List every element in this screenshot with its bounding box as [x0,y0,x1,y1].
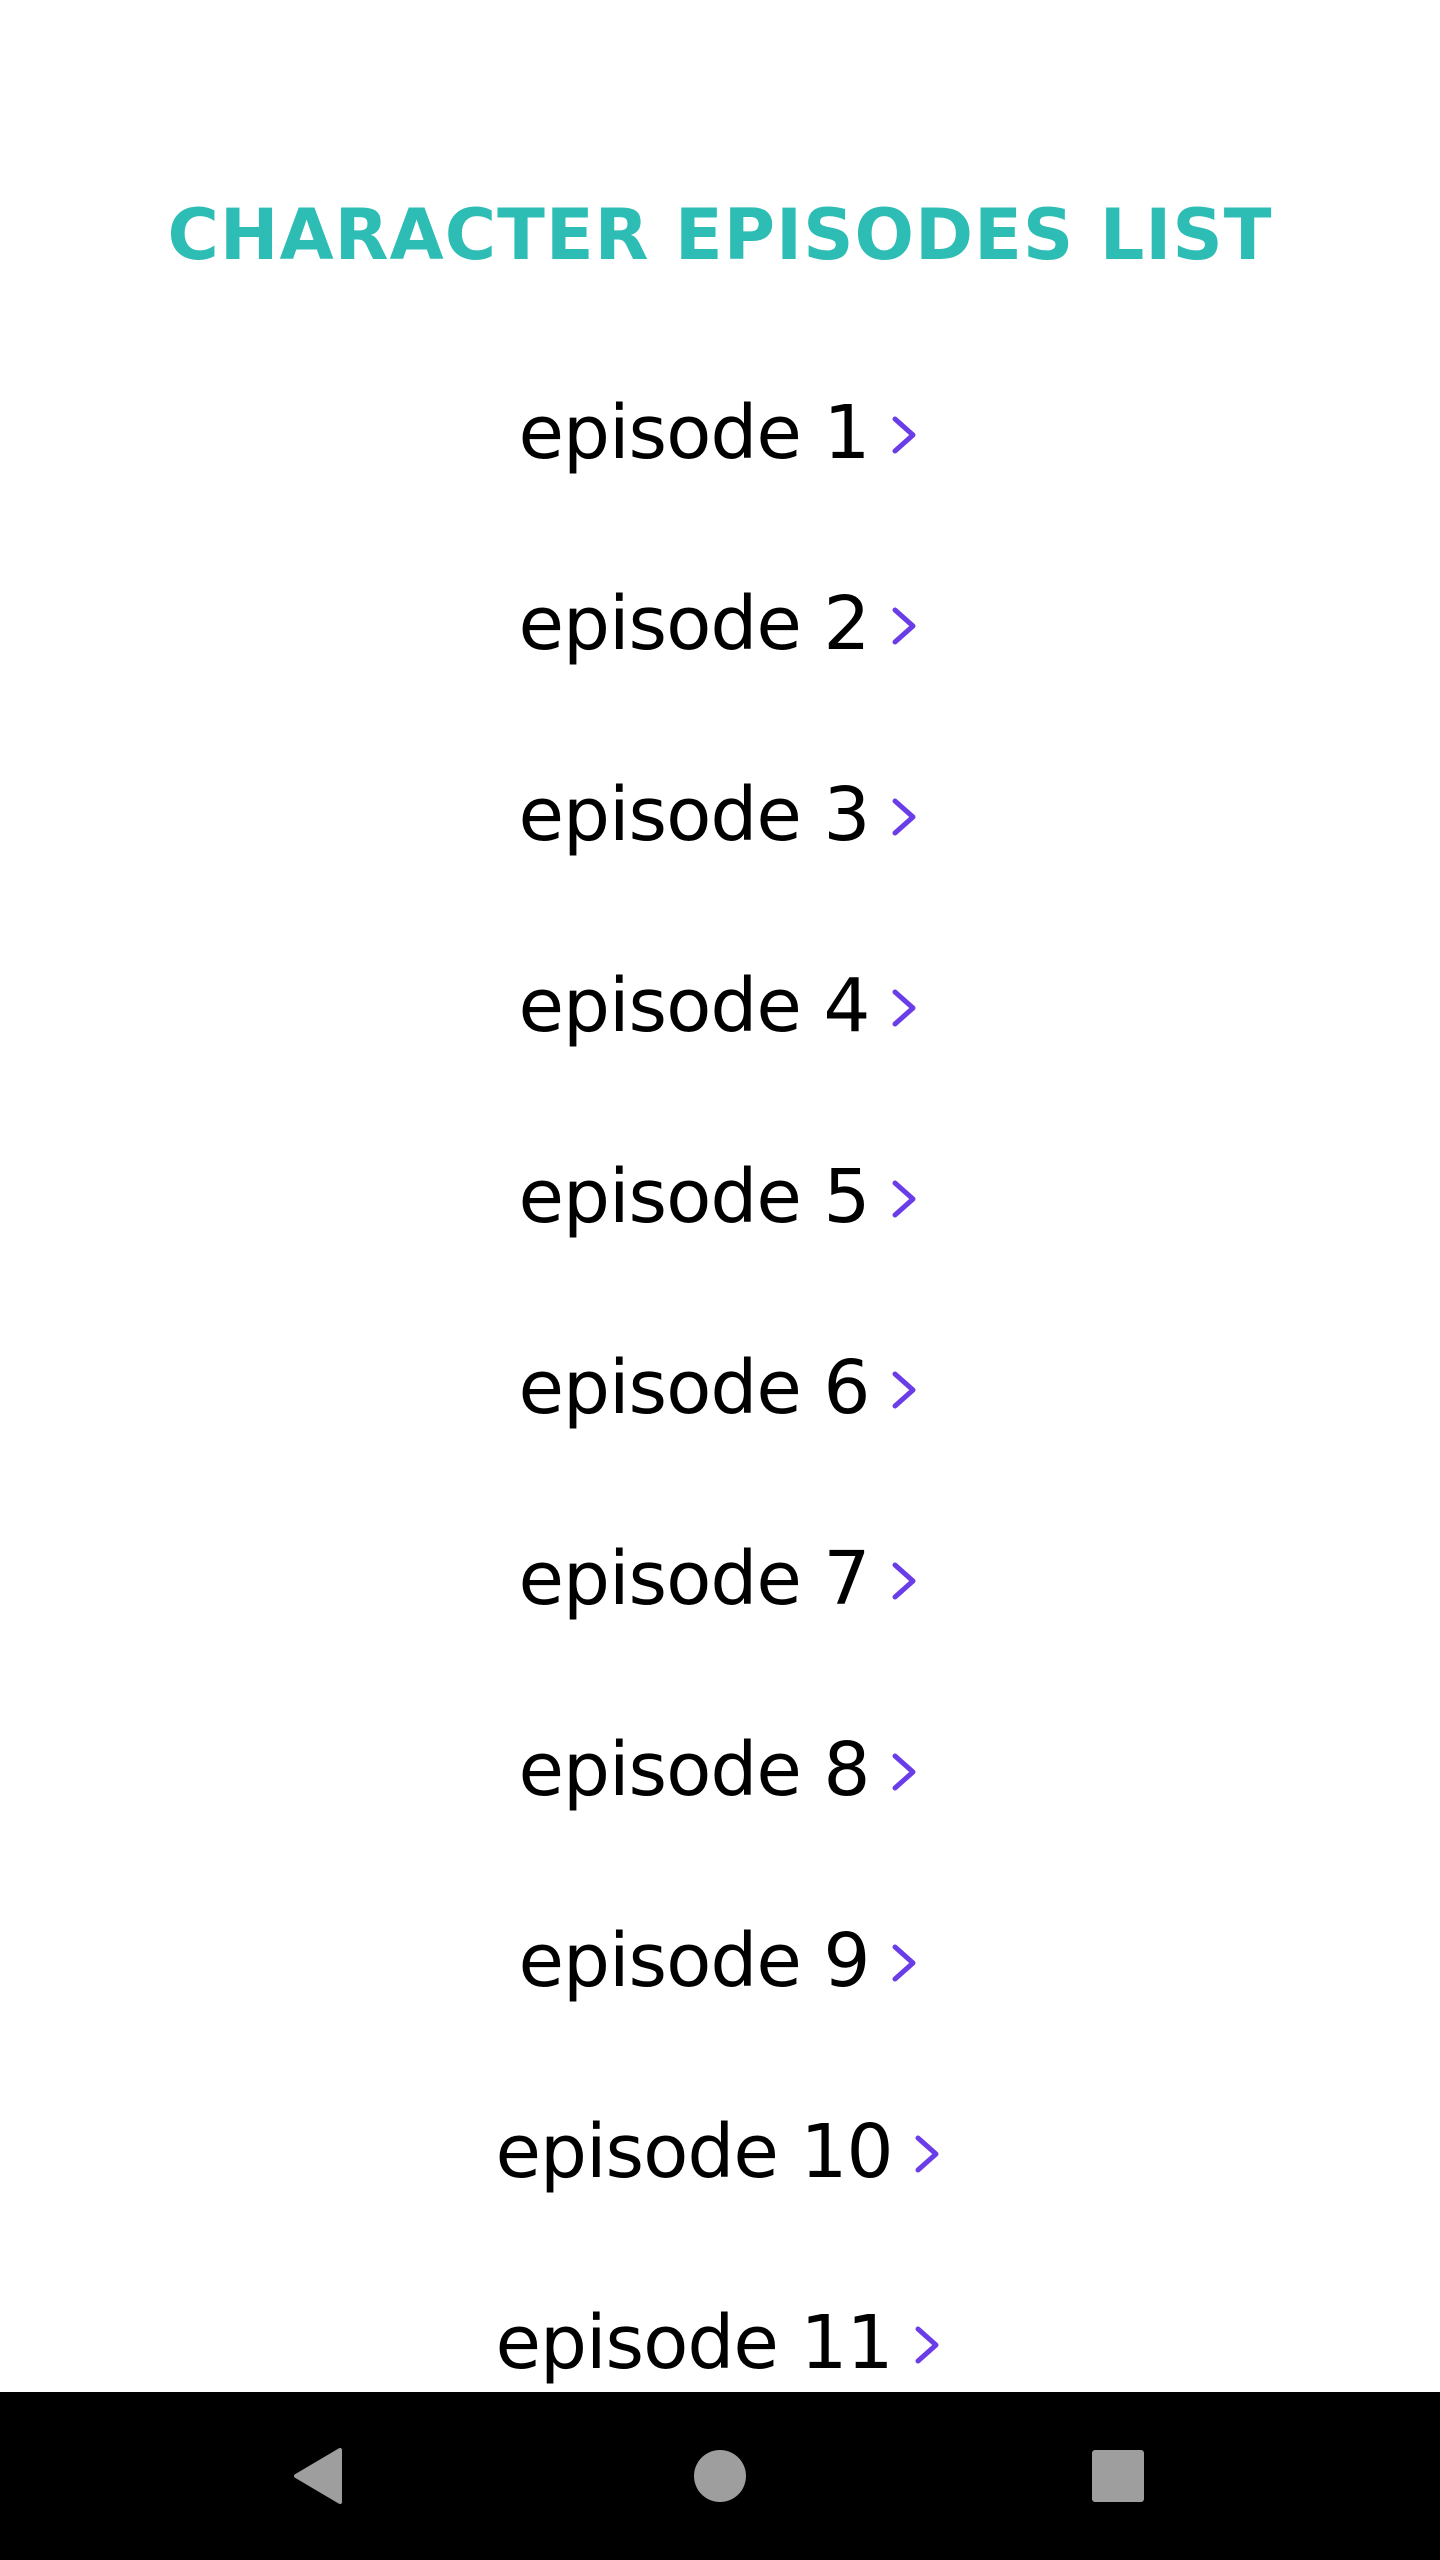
episode-label: episode 9 [518,1917,871,2004]
episode-list-item[interactable]: episode 4 [0,910,1440,1101]
episode-list-item[interactable]: episode 10 [0,2056,1440,2247]
chevron-right-icon [892,1753,915,1790]
chevron-right-icon [892,1180,915,1217]
episode-label: episode 8 [518,1726,871,1813]
chevron-right-icon [915,2326,939,2363]
episode-list-item[interactable]: episode 7 [0,1483,1440,1674]
episode-label: episode 7 [518,1535,871,1622]
episode-label: episode 3 [518,771,871,858]
page-title: Character Episodes List [167,194,1273,276]
episode-list-item[interactable]: episode 11 [0,2247,1440,2392]
episode-list-item[interactable]: episode 5 [0,1101,1440,1292]
chevron-right-icon [892,416,915,453]
episode-label: episode 11 [495,2299,893,2386]
chevron-right-icon [892,1371,915,1408]
system-navigation-bar [0,2392,1440,2560]
episode-list-item[interactable]: episode 2 [0,528,1440,719]
chevron-right-icon [892,607,915,644]
episode-list-item[interactable]: episode 6 [0,1292,1440,1483]
back-triangle-icon [294,2448,342,2504]
episode-label: episode 2 [518,580,871,667]
nav-back-button[interactable] [234,2392,402,2560]
nav-recents-button[interactable] [1034,2392,1202,2560]
chevron-right-icon [892,798,915,835]
episode-label: episode 6 [518,1344,871,1431]
nav-home-button[interactable] [636,2392,804,2560]
episode-label: episode 4 [518,962,871,1049]
episode-list-item[interactable]: episode 1 [0,337,1440,528]
chevron-right-icon [892,1944,915,1981]
episode-list-item[interactable]: episode 9 [0,1865,1440,2056]
chevron-right-icon [892,1562,915,1599]
episode-list: episode 1 episode 2 episode 3 episode 4 … [0,337,1440,2392]
home-circle-icon [694,2450,746,2502]
episode-list-item[interactable]: episode 8 [0,1674,1440,1865]
recents-square-icon [1092,2450,1144,2502]
chevron-right-icon [892,989,915,1026]
episode-list-item[interactable]: episode 3 [0,719,1440,910]
app-screen: Character Episodes List episode 1 episod… [0,0,1440,2392]
chevron-right-icon [915,2135,939,2172]
episode-label: episode 5 [518,1153,871,1240]
episode-label: episode 1 [518,389,871,476]
episode-label: episode 10 [495,2108,893,2195]
